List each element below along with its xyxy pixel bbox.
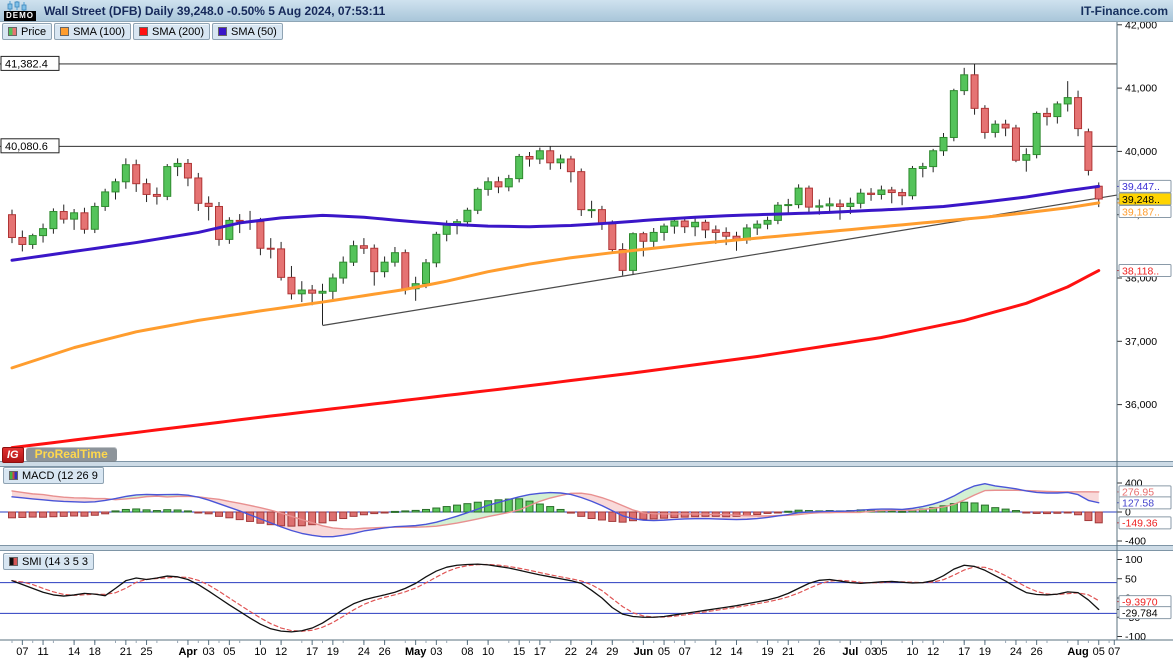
app-logo: DEMO xyxy=(4,1,36,21)
date-tick: 11 xyxy=(37,646,48,658)
date-tick: 26 xyxy=(378,646,390,658)
candles-logo-icon xyxy=(4,1,30,11)
value-label: 39,447.. xyxy=(1122,181,1160,193)
legend-chip-sma-50[interactable]: SMA (50) xyxy=(212,23,283,40)
chart-title: Wall Street (DFB) Daily 39,248.0 -0.50% … xyxy=(44,4,385,18)
date-tick: 21 xyxy=(120,646,132,658)
date-tick: Apr xyxy=(178,646,198,658)
smi-legend-chip[interactable]: SMI (14 3 5 3 xyxy=(3,553,94,570)
macd-icon xyxy=(9,471,18,480)
chart-canvas[interactable]: 42,00041,00040,00039,00038,00037,00036,0… xyxy=(0,0,1173,660)
date-tick: 05 xyxy=(1093,646,1105,658)
sma-swatch-icon xyxy=(60,27,69,36)
chart-application: 42,00041,00040,00039,00038,00037,00036,0… xyxy=(0,0,1173,660)
date-tick: 17 xyxy=(534,646,546,658)
value-label: -29.784 xyxy=(1122,607,1158,619)
ig-logo[interactable]: IG xyxy=(2,447,24,463)
date-tick: 12 xyxy=(710,646,722,658)
legend-chip-sma-200[interactable]: SMA (200) xyxy=(133,23,210,40)
date-tick: 07 xyxy=(16,646,28,658)
date-tick: 21 xyxy=(782,646,794,658)
date-tick: Jul xyxy=(842,646,858,658)
date-tick: 15 xyxy=(513,646,525,658)
value-label: 127.58 xyxy=(1122,498,1154,510)
level-label: 40,080.6 xyxy=(5,141,48,153)
smi-axis-tick: -100 xyxy=(1125,631,1146,643)
date-tick: Jun xyxy=(634,646,654,658)
date-tick: 17 xyxy=(306,646,318,658)
date-tick: 10 xyxy=(906,646,918,658)
legend-label: Price xyxy=(21,26,46,38)
date-tick: 17 xyxy=(958,646,970,658)
value-label: 39,187.. xyxy=(1122,206,1160,218)
date-tick: 19 xyxy=(327,646,339,658)
date-tick: May xyxy=(405,646,427,658)
date-tick: 05 xyxy=(875,646,887,658)
date-tick: Aug xyxy=(1067,646,1088,658)
legend-label: SMA (200) xyxy=(152,26,204,38)
date-tick: 24 xyxy=(1010,646,1022,658)
date-tick: 05 xyxy=(223,646,235,658)
demo-badge: DEMO xyxy=(4,11,36,21)
date-tick: 22 xyxy=(565,646,577,658)
prorealtime-logo[interactable]: ProRealTime xyxy=(26,447,117,462)
value-label: 38,118.. xyxy=(1122,265,1159,277)
date-tick: 05 xyxy=(658,646,670,658)
sma-swatch-icon xyxy=(218,27,227,36)
date-tick: 07 xyxy=(679,646,691,658)
price-axis-tick: 41,000 xyxy=(1125,83,1157,95)
date-tick: 26 xyxy=(1031,646,1043,658)
date-tick: 07 xyxy=(1108,646,1120,658)
legend-row: Price SMA (100) SMA (200) SMA (50) xyxy=(2,23,283,40)
level-label: 41,382.4 xyxy=(5,59,48,71)
date-tick: 19 xyxy=(979,646,991,658)
price-axis-tick: 40,000 xyxy=(1125,146,1157,158)
smi-label: SMI (14 3 5 3 xyxy=(22,556,88,568)
smi-icon xyxy=(9,557,18,566)
legend-chip-price[interactable]: Price xyxy=(2,23,52,40)
date-tick: 24 xyxy=(585,646,597,658)
sma-swatch-icon xyxy=(139,27,148,36)
macd-axis-tick: -400 xyxy=(1125,536,1146,548)
date-tick: 19 xyxy=(761,646,773,658)
date-tick: 24 xyxy=(358,646,370,658)
value-label: 39,248.. xyxy=(1122,194,1160,206)
date-tick: 29 xyxy=(606,646,618,658)
smi-axis-tick: 50 xyxy=(1125,573,1137,585)
price-axis-tick: 37,000 xyxy=(1125,336,1157,348)
date-tick: 14 xyxy=(730,646,742,658)
macd-label: MACD (12 26 9 xyxy=(22,470,98,482)
price-candles-icon xyxy=(8,27,17,36)
branding: IG ProRealTime xyxy=(2,446,117,463)
date-tick: 12 xyxy=(927,646,939,658)
date-tick: 14 xyxy=(68,646,80,658)
date-tick: 25 xyxy=(140,646,152,658)
legend-label: SMA (50) xyxy=(231,26,277,38)
it-finance-link[interactable]: IT-Finance.com xyxy=(1081,4,1173,18)
legend-label: SMA (100) xyxy=(73,26,125,38)
date-tick: 03 xyxy=(203,646,215,658)
date-tick: 10 xyxy=(482,646,494,658)
legend-chip-sma-100[interactable]: SMA (100) xyxy=(54,23,131,40)
title-bar: DEMO Wall Street (DFB) Daily 39,248.0 -0… xyxy=(0,0,1173,22)
date-tick: 12 xyxy=(275,646,287,658)
value-label: -149.36 xyxy=(1122,518,1158,530)
price-axis-tick: 36,000 xyxy=(1125,399,1157,411)
macd-legend-chip[interactable]: MACD (12 26 9 xyxy=(3,467,104,484)
date-tick: 03 xyxy=(430,646,442,658)
date-tick: 10 xyxy=(254,646,266,658)
date-tick: 26 xyxy=(813,646,825,658)
date-tick: 08 xyxy=(461,646,473,658)
date-tick: 18 xyxy=(89,646,101,658)
smi-axis-tick: 100 xyxy=(1125,554,1143,566)
